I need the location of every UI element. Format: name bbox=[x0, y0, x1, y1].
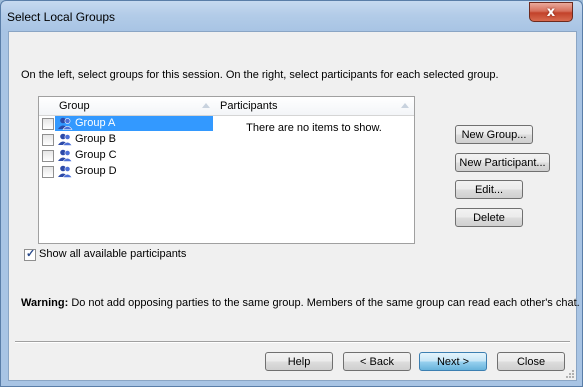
title-bar: Select Local Groups x bbox=[1, 1, 582, 31]
groups-list[interactable]: Group Group A Group B Group C Group D bbox=[38, 96, 216, 244]
group-label-area[interactable]: Group D bbox=[55, 164, 213, 179]
participants-column-header[interactable]: Participants bbox=[214, 97, 414, 116]
footer-separator bbox=[15, 341, 570, 343]
close-button[interactable]: Close bbox=[497, 352, 565, 371]
window-title: Select Local Groups bbox=[7, 10, 116, 24]
group-icon bbox=[58, 117, 73, 130]
group-label: Group A bbox=[75, 117, 116, 129]
group-label-area[interactable]: Group C bbox=[55, 148, 213, 163]
participants-list[interactable]: Participants There are no items to show. bbox=[214, 96, 415, 244]
dialog-window: Select Local Groups x On the left, selec… bbox=[0, 0, 583, 387]
show-all-label: Show all available participants bbox=[39, 248, 187, 260]
close-icon: x bbox=[546, 4, 556, 20]
back-button[interactable]: < Back bbox=[343, 352, 411, 371]
group-row-a[interactable]: Group A bbox=[39, 116, 215, 132]
group-label-area[interactable]: Group B bbox=[55, 132, 213, 147]
group-icon bbox=[58, 133, 73, 146]
sort-arrow-icon bbox=[202, 103, 210, 108]
warning-message: Warning: Do not add opposing parties to … bbox=[21, 297, 580, 309]
edit-button[interactable]: Edit... bbox=[455, 180, 523, 199]
group-checkbox[interactable] bbox=[42, 150, 54, 162]
sort-arrow-icon bbox=[401, 103, 409, 108]
participants-header-label: Participants bbox=[220, 100, 278, 112]
groups-header-label: Group bbox=[59, 100, 90, 112]
group-checkbox[interactable] bbox=[42, 118, 54, 130]
warning-text: Do not add opposing parties to the same … bbox=[71, 297, 580, 309]
resize-grip-icon[interactable] bbox=[564, 368, 574, 378]
delete-button[interactable]: Delete bbox=[455, 208, 523, 227]
group-icon bbox=[58, 149, 73, 162]
dialog-body: On the left, select groups for this sess… bbox=[8, 31, 580, 381]
help-button[interactable]: Help bbox=[265, 352, 333, 371]
group-checkbox[interactable] bbox=[42, 166, 54, 178]
show-all-checkbox[interactable]: ✓ bbox=[24, 248, 36, 261]
group-checkbox[interactable] bbox=[42, 134, 54, 146]
new-participant-button[interactable]: New Participant... bbox=[455, 153, 550, 172]
groups-column-header[interactable]: Group bbox=[39, 97, 215, 116]
group-row-c[interactable]: Group C bbox=[39, 148, 215, 164]
group-icon bbox=[58, 165, 73, 178]
checkmark-icon: ✓ bbox=[26, 248, 36, 260]
group-label: Group C bbox=[75, 149, 117, 161]
new-group-button[interactable]: New Group... bbox=[455, 125, 533, 144]
group-label-area[interactable]: Group A bbox=[55, 116, 213, 131]
group-row-d[interactable]: Group D bbox=[39, 164, 215, 180]
warning-prefix: Warning: bbox=[21, 297, 69, 309]
close-window-button[interactable]: x bbox=[529, 2, 573, 22]
group-label: Group B bbox=[75, 133, 116, 145]
group-row-b[interactable]: Group B bbox=[39, 132, 215, 148]
instructions-text: On the left, select groups for this sess… bbox=[21, 69, 499, 81]
next-button[interactable]: Next > bbox=[419, 352, 487, 371]
group-label: Group D bbox=[75, 165, 117, 177]
empty-list-message: There are no items to show. bbox=[246, 122, 382, 134]
